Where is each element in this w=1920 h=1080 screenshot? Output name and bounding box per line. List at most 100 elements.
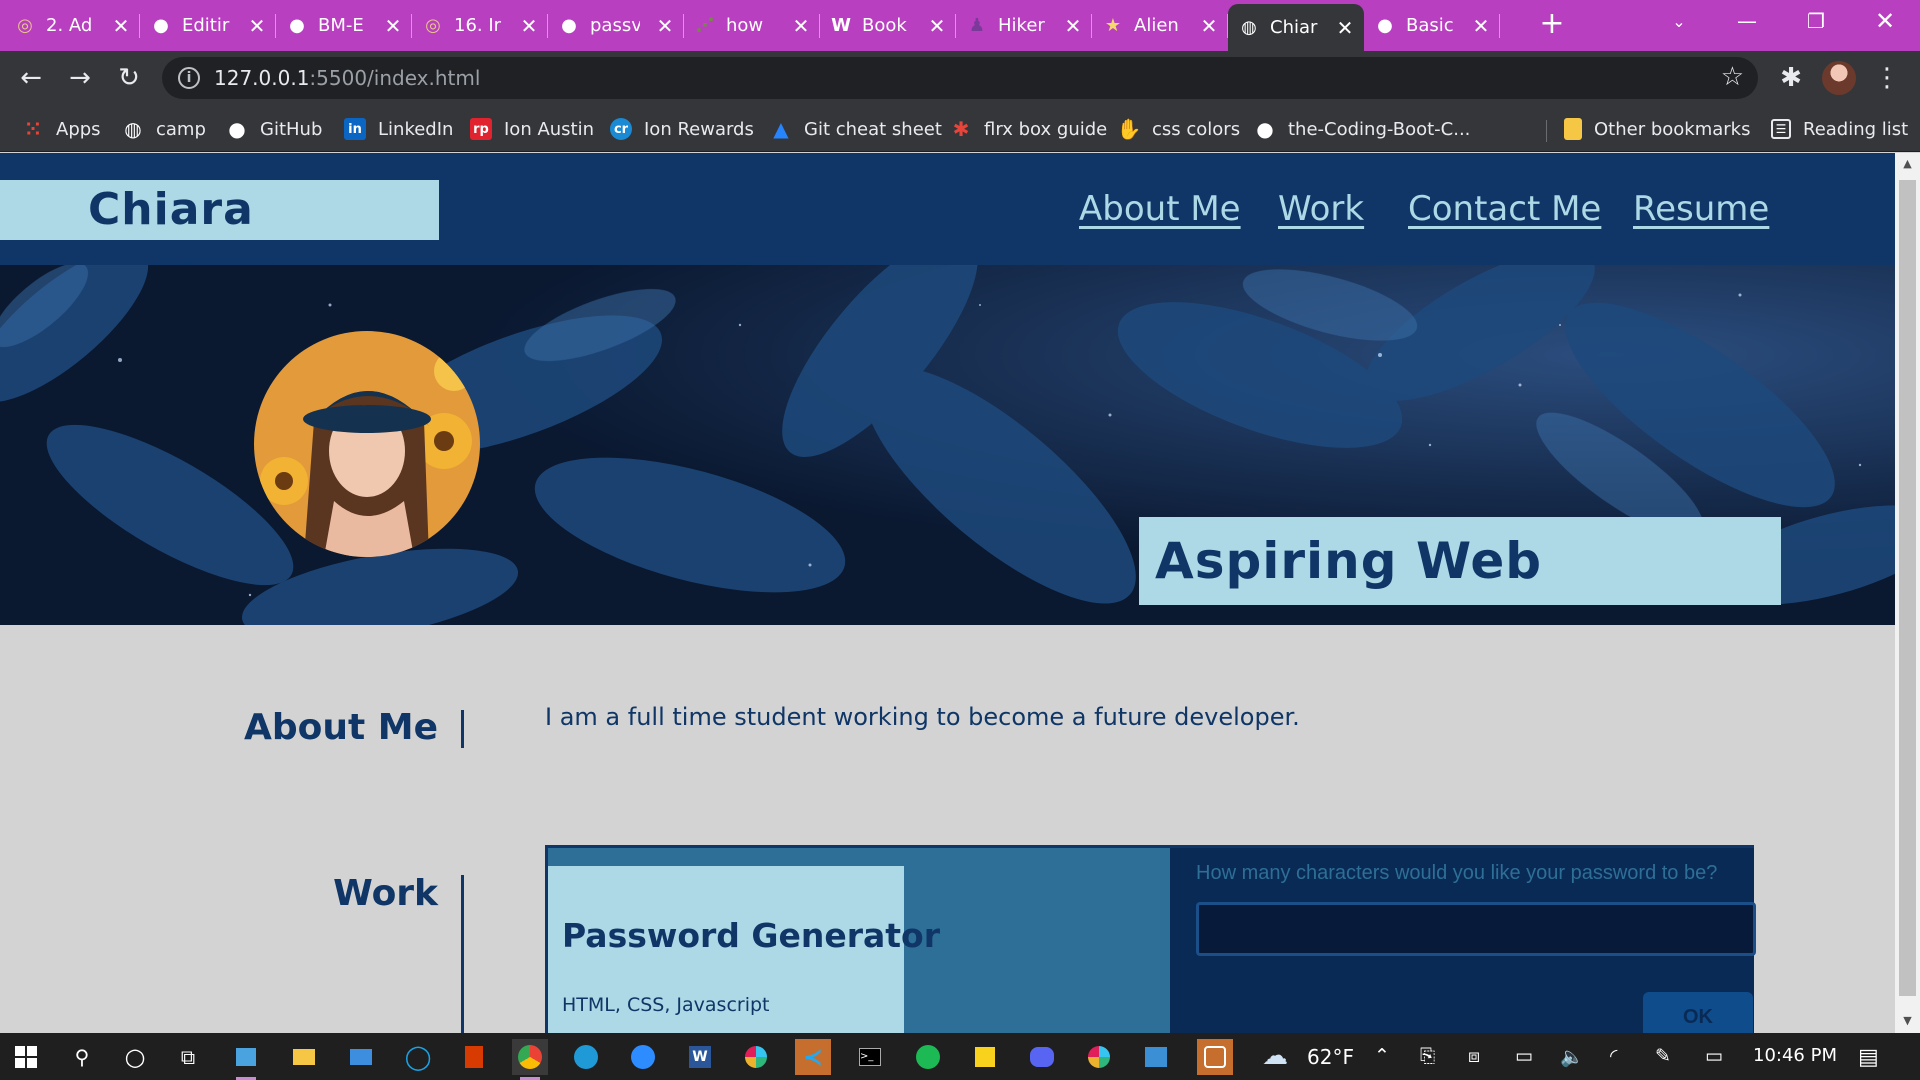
browser-tab[interactable]: ⋰ how ✕ — [684, 4, 820, 47]
cr-icon: cr — [610, 118, 632, 140]
browser-tab[interactable]: ● Editir ✕ — [140, 4, 276, 47]
photos-icon[interactable] — [1138, 1039, 1174, 1075]
bookmark-item[interactable]: ● GitHub — [226, 115, 322, 143]
tab-search-icon[interactable]: ⌄ — [1650, 0, 1708, 42]
tab-close-icon[interactable]: ✕ — [384, 14, 402, 38]
reading-list[interactable]: ☰ Reading list — [1771, 115, 1908, 143]
tab-close-icon[interactable]: ✕ — [656, 14, 674, 38]
extensions-puzzle-icon[interactable]: ✱ — [1772, 59, 1810, 97]
weather-temp[interactable]: 62°F — [1307, 1045, 1354, 1069]
bookmark-star-icon[interactable]: ☆ — [1721, 62, 1744, 92]
url-text[interactable]: 127.0.0.1:5500/index.html — [214, 66, 480, 90]
network-status-icon[interactable]: ⧈ — [1468, 1045, 1480, 1067]
browser-tab[interactable]: ♟ Hiker ✕ — [956, 4, 1092, 47]
tab-close-icon[interactable]: ✕ — [1200, 14, 1218, 38]
tab-close-icon[interactable]: ✕ — [1336, 16, 1354, 40]
github-icon: ● — [1377, 15, 1393, 36]
meet-now-icon[interactable]: ⎘ — [1420, 1045, 1435, 1067]
keyboard-icon[interactable]: ▭ — [1705, 1045, 1723, 1067]
menu-kebab-icon[interactable]: ⋮ — [1868, 59, 1906, 97]
nav-link-work[interactable]: Work — [1278, 189, 1364, 229]
minimize-button[interactable]: — — [1718, 0, 1776, 42]
tab-close-icon[interactable]: ✕ — [112, 14, 130, 38]
windows-start-icon[interactable] — [8, 1039, 44, 1075]
wifi-icon[interactable]: ◜ — [1610, 1045, 1617, 1067]
close-window-button[interactable]: ✕ — [1856, 0, 1914, 42]
nav-link-contact-me[interactable]: Contact Me — [1408, 189, 1601, 229]
volume-icon[interactable]: 🔈 — [1560, 1045, 1584, 1068]
sticky-notes-icon[interactable] — [967, 1039, 1003, 1075]
spotify-icon[interactable] — [910, 1039, 946, 1075]
weather-cloud-icon[interactable]: ☁ — [1262, 1041, 1288, 1071]
restore-button[interactable]: ❐ — [1787, 0, 1845, 42]
nav-link-about-me[interactable]: About Me — [1079, 189, 1241, 229]
bookmark-item[interactable]: ◍ camp — [122, 115, 206, 143]
search-icon[interactable]: ⚲ — [64, 1039, 100, 1075]
bookmark-item[interactable]: rp Ion Austin — [470, 115, 594, 143]
snipping-tool-icon[interactable] — [1197, 1039, 1233, 1075]
pen-icon[interactable]: ✎ — [1655, 1045, 1671, 1067]
slack-alt-icon[interactable] — [1081, 1039, 1117, 1075]
reload-icon[interactable]: ↻ — [110, 59, 148, 97]
slack-icon[interactable] — [738, 1039, 774, 1075]
edge-icon[interactable] — [568, 1039, 604, 1075]
browser-tab[interactable]: ★ Alien ✕ — [1092, 4, 1228, 47]
tray-chevron-icon[interactable]: ⌃ — [1374, 1045, 1390, 1067]
battery-icon[interactable]: ▭ — [1515, 1045, 1533, 1067]
browser-tab[interactable]: ● Basic ✕ — [1364, 4, 1500, 47]
mail-icon[interactable] — [343, 1039, 379, 1075]
bookmark-item[interactable]: in LinkedIn — [344, 115, 453, 143]
cortana-icon[interactable]: ○ — [117, 1039, 153, 1075]
password-length-input[interactable] — [1196, 902, 1756, 956]
scroll-down-arrow-icon[interactable]: ▼ — [1900, 1014, 1915, 1029]
clock-time[interactable]: 10:46 PM — [1753, 1045, 1837, 1066]
back-arrow-icon[interactable]: ← — [12, 59, 50, 97]
page-scrollbar[interactable]: ▲ ▼ — [1895, 153, 1920, 1033]
camp-icon: ◎ — [17, 15, 33, 36]
bookmark-item[interactable]: cr Ion Rewards — [610, 115, 754, 143]
vscode-icon[interactable]: ≺ — [795, 1039, 831, 1075]
tab-close-icon[interactable]: ✕ — [792, 14, 810, 38]
zoom-icon[interactable] — [625, 1039, 661, 1075]
bookmark-item[interactable]: ✋ css colors — [1117, 115, 1241, 143]
store-icon[interactable] — [228, 1039, 264, 1080]
profile-avatar[interactable] — [1822, 61, 1856, 95]
cortana-ring-icon[interactable]: ◯ — [400, 1039, 436, 1075]
terminal-icon[interactable]: >_ — [852, 1039, 888, 1075]
browser-tab[interactable]: ◎ 2. Ad ✕ — [4, 4, 140, 47]
bookmark-label: css colors — [1152, 118, 1241, 140]
tab-close-icon[interactable]: ✕ — [248, 14, 266, 38]
task-view-icon[interactable]: ⧉ — [170, 1039, 206, 1075]
browser-tab[interactable]: ◎ 16. Ir ✕ — [412, 4, 548, 47]
new-tab-button[interactable]: + — [1535, 8, 1569, 42]
browser-tab[interactable]: W Book ✕ — [820, 4, 956, 47]
bookmark-item[interactable]: ⁙ Apps — [22, 115, 101, 143]
scrollbar-thumb[interactable] — [1899, 180, 1916, 996]
bookmark-item[interactable]: ● the-Coding-Boot-C... — [1254, 115, 1470, 143]
address-bar[interactable]: i 127.0.0.1:5500/index.html ☆ — [162, 57, 1758, 99]
tab-close-icon[interactable]: ✕ — [928, 14, 946, 38]
notifications-icon[interactable]: ▤ — [1858, 1045, 1879, 1070]
bookmark-item[interactable]: ▲ Git cheat sheet — [770, 115, 942, 143]
prompt-ok-button[interactable]: OK — [1643, 992, 1753, 1033]
tab-close-icon[interactable]: ✕ — [1472, 14, 1490, 38]
other-bookmarks[interactable]: Other bookmarks — [1564, 115, 1750, 143]
tab-close-icon[interactable]: ✕ — [520, 14, 538, 38]
tab-close-icon[interactable]: ✕ — [1064, 14, 1082, 38]
scroll-up-arrow-icon[interactable]: ▲ — [1900, 157, 1915, 172]
file-explorer-icon[interactable] — [286, 1039, 322, 1075]
browser-tab[interactable]: ◍ Chiar ✕ — [1228, 4, 1364, 51]
word-icon[interactable]: W — [682, 1039, 718, 1075]
nav-link-resume[interactable]: Resume — [1633, 189, 1769, 229]
chrome-icon[interactable] — [512, 1039, 548, 1080]
bookmark-label: Ion Rewards — [644, 118, 754, 140]
discord-icon[interactable] — [1024, 1039, 1060, 1075]
office-icon[interactable] — [456, 1039, 492, 1075]
site-info-icon[interactable]: i — [178, 67, 200, 89]
bookmark-item[interactable]: ✱ flrx box guide — [950, 115, 1108, 143]
page-viewport: Chiara Schafer About Me Work Contact Me … — [0, 153, 1895, 1033]
forward-arrow-icon[interactable]: → — [61, 59, 99, 97]
browser-tab[interactable]: ● passv ✕ — [548, 4, 684, 47]
browser-tab[interactable]: ● BM-E ✕ — [276, 4, 412, 47]
project-tile-password-generator[interactable]: Password Generator HTML, CSS, Javascript — [548, 866, 940, 1033]
